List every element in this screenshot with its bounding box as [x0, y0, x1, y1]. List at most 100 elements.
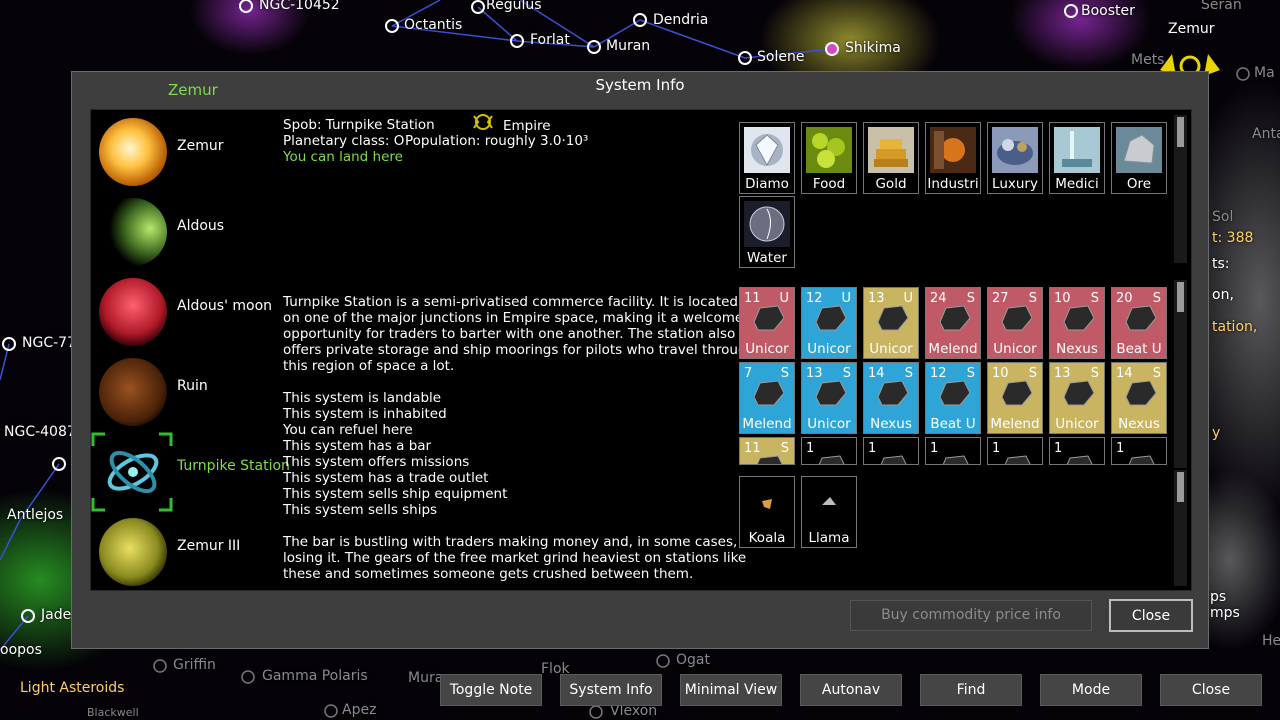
outfit-tile[interactable]: 1 [1111, 437, 1167, 465]
map-system-label[interactable]: oopos [0, 642, 42, 658]
buy-commodity-price-info-button[interactable]: Buy commodity price info [850, 600, 1092, 631]
map-system-label[interactable]: Mets [1131, 52, 1164, 68]
outfit-tile[interactable]: 1 [1049, 437, 1105, 465]
region-label: Light Asteroids [20, 680, 125, 696]
ship-label: Llama [808, 530, 850, 546]
outfit-tile[interactable]: 13 U Unicor [863, 287, 919, 359]
commodity-tile-gold[interactable]: Gold [863, 122, 919, 194]
map-system-label[interactable]: Solene [757, 49, 804, 65]
outfit-tile[interactable]: 14 S Nexus [863, 362, 919, 434]
commodity-tile-diamond[interactable]: Diamo [739, 122, 795, 194]
map-system-label[interactable]: NGC-77 [22, 335, 76, 351]
close-dialog-button[interactable]: Close [1109, 599, 1193, 632]
outfit-size-tag: U [903, 291, 913, 306]
map-system-label[interactable]: Gamma Polaris [262, 668, 368, 684]
outfit-tile[interactable]: 12 S Beat U [925, 362, 981, 434]
medicine-icon [1054, 127, 1100, 173]
commodity-tile-luxury[interactable]: Luxury [987, 122, 1043, 194]
outfit-label: Unicor [993, 341, 1037, 357]
system-info-button[interactable]: System Info [560, 674, 662, 706]
map-system-label[interactable]: Seran [1201, 0, 1242, 13]
outfit-tile[interactable]: 1 [801, 437, 857, 465]
outfit-tile[interactable]: 13 S Unicor [801, 362, 857, 434]
outfit-quantity: 1 [992, 441, 1001, 456]
outfit-label: Unicor [869, 341, 913, 357]
spob-item-turnpike-station[interactable]: Turnpike Station [91, 432, 290, 512]
outfit-label: Unicor [1055, 416, 1099, 432]
commodity-tile-industrial[interactable]: Industri [925, 122, 981, 194]
outfit-tile[interactable]: 1 [863, 437, 919, 465]
map-system-label[interactable]: NGC-4087 [4, 424, 76, 440]
map-system-label[interactable]: Zemur [1168, 21, 1214, 37]
map-system-label[interactable]: Shikima [845, 40, 901, 56]
commodity-tile-medicine[interactable]: Medici [1049, 122, 1105, 194]
system-name: Zemur [168, 81, 218, 99]
minimal-view-button[interactable]: Minimal View [680, 674, 782, 706]
outfit-tile[interactable]: 11 S [739, 437, 795, 465]
outfit-tile[interactable]: 1 [987, 437, 1043, 465]
map-system-label[interactable]: Mura [408, 670, 443, 686]
map-system-label[interactable]: Dendria [653, 12, 708, 28]
map-system-label[interactable]: Antlejos [7, 507, 63, 523]
map-side-text: Ma [1254, 65, 1275, 81]
food-icon [806, 127, 852, 173]
outfit-quantity: 10 [992, 366, 1009, 381]
map-system-label[interactable]: NGC-10452 [259, 0, 340, 13]
find-button[interactable]: Find [920, 674, 1022, 706]
ship-tile-llama[interactable]: Llama [801, 476, 857, 548]
spob-item-aldous[interactable]: Aldous [91, 192, 281, 272]
outfit-quantity: 1 [1054, 441, 1063, 456]
scrollbar-thumb[interactable] [1177, 282, 1184, 312]
map-system-label[interactable]: Ogat [676, 652, 710, 668]
system-info-panel: Zemur Aldous Aldous' moon Ruin Turnpike … [90, 109, 1192, 591]
outfit-label: Unicor [807, 416, 851, 432]
outfit-tile[interactable]: 10 S Melend [987, 362, 1043, 434]
scrollbar-thumb[interactable] [1177, 117, 1184, 147]
commodity-tile-food[interactable]: Food [801, 122, 857, 194]
commodity-label: Industri [927, 176, 979, 192]
spob-item-zemur[interactable]: Zemur [91, 112, 281, 192]
service-line: This system offers missions [283, 454, 470, 470]
map-system-label[interactable]: Octantis [404, 17, 462, 33]
outfit-tile[interactable]: 20 S Beat U [1111, 287, 1167, 359]
commodity-tile-ore[interactable]: Ore [1111, 122, 1167, 194]
spob-item-zemur-iii[interactable]: Zemur III [91, 512, 281, 592]
outfit-size-tag: S [1028, 291, 1037, 306]
spob-item-aldous-moon[interactable]: Aldous' moon [91, 272, 281, 352]
outfit-label: Melend [928, 341, 978, 357]
map-system-label[interactable]: Griffin [173, 657, 216, 673]
close-map-button[interactable]: Close [1160, 674, 1262, 706]
outfit-tile[interactable]: 27 S Unicor [987, 287, 1043, 359]
outfit-tile[interactable]: 12 U Unicor [801, 287, 857, 359]
map-side-text: y [1212, 425, 1221, 441]
outfit-tile[interactable]: 7 S Melend [739, 362, 795, 434]
toggle-note-button[interactable]: Toggle Note [440, 674, 542, 706]
outfit-tile[interactable]: 11 U Unicor [739, 287, 795, 359]
industrial-icon [930, 127, 976, 173]
bar-line: The bar is bustling with traders making … [283, 534, 738, 550]
spob-item-ruin[interactable]: Ruin [91, 352, 281, 432]
map-system-label[interactable]: Apez [342, 702, 376, 718]
outfit-tile[interactable]: 14 S Nexus [1111, 362, 1167, 434]
map-system-label[interactable]: Jade [41, 607, 71, 623]
description-line: opportunity for traders to barter with o… [283, 326, 736, 342]
mode-button[interactable]: Mode [1040, 674, 1142, 706]
outfit-tile[interactable]: 24 S Melend [925, 287, 981, 359]
commodity-tile-water[interactable]: Water [739, 196, 795, 268]
outfit-tile[interactable]: 1 [925, 437, 981, 465]
map-system-label[interactable]: Forlat [530, 32, 570, 48]
outfit-size-tag: U [779, 291, 789, 306]
ship-tile-koala[interactable]: Koala [739, 476, 795, 548]
outfit-tile[interactable]: 13 S Unicor [1049, 362, 1105, 434]
autonav-button[interactable]: Autonav [800, 674, 902, 706]
map-system-label[interactable]: Muran [606, 38, 650, 54]
map-system-label[interactable]: Blackwell [87, 706, 139, 719]
outfit-quantity: 1 [806, 441, 815, 456]
map-side-text: ps [1210, 589, 1227, 605]
station-icon [107, 450, 159, 494]
map-system-label[interactable]: Booster [1081, 3, 1135, 19]
scrollbar-thumb[interactable] [1177, 472, 1184, 502]
outfit-tile[interactable]: 10 S Nexus [1049, 287, 1105, 359]
map-system-label[interactable]: Regulus [486, 0, 542, 13]
outfit-size-tag: S [966, 291, 975, 306]
